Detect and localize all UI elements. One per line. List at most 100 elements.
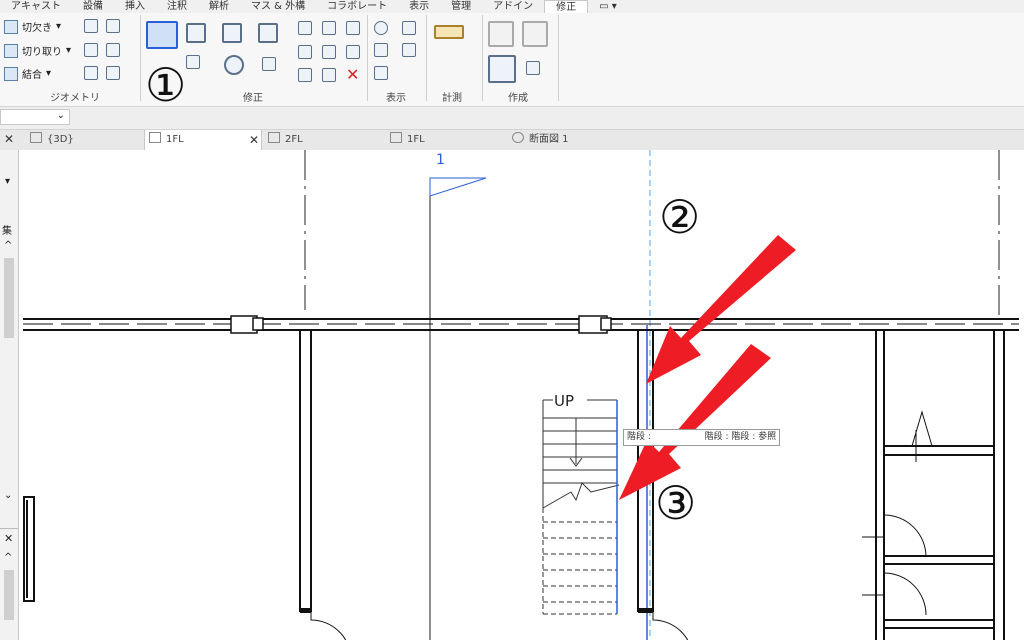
ribbon-tab-7[interactable]: 表示: [398, 0, 440, 13]
tab-label: {3D}: [47, 134, 74, 145]
callout-3: ③: [655, 476, 697, 530]
array-icon[interactable]: [298, 45, 312, 59]
element-tooltip: 階段 : 階段 : 階段 : 参照: [623, 429, 781, 446]
scrollbar-thumb[interactable]: [4, 258, 14, 338]
ribbon-tab-0[interactable]: アキャスト: [0, 0, 72, 13]
close-icon[interactable]: ✕: [4, 532, 13, 545]
create-group-icon[interactable]: [488, 55, 516, 83]
ribbon-tab-3[interactable]: 注釈: [156, 0, 198, 13]
ribbon-tab-2[interactable]: 挿入: [114, 0, 156, 13]
scroll-down-icon[interactable]: ⌄: [4, 490, 12, 501]
delete-icon[interactable]: ✕: [346, 65, 359, 84]
trim-multiple-icon[interactable]: [322, 68, 336, 82]
section-view-icon: [512, 132, 524, 143]
grid-lines: [304, 150, 1000, 320]
tab-3d[interactable]: {3D}: [26, 130, 144, 150]
pen-icon[interactable]: [374, 43, 388, 57]
cut-geometry-button[interactable]: 切欠き ▾: [4, 19, 61, 34]
panel-divider: [140, 15, 141, 101]
left-wall-window: [23, 496, 35, 602]
align-icon[interactable]: [146, 21, 178, 49]
join-icon: [4, 66, 18, 81]
tab-label: 断面図 1: [529, 134, 569, 145]
level-flag-icon: [429, 177, 487, 197]
lightbulb-icon[interactable]: [374, 21, 388, 35]
create-assembly-icon[interactable]: [488, 21, 514, 47]
create-panel-label: 作成: [508, 93, 528, 104]
override-graphics-icon[interactable]: [402, 21, 416, 35]
mirror-pick-axis-icon[interactable]: [222, 23, 242, 43]
ribbon-tab-8[interactable]: 管理: [440, 0, 482, 13]
mirror-draw-axis-icon[interactable]: [258, 23, 278, 43]
view-tab-bar: ✕ {3D} 1FL ✕ 2FL 1FL 断面図 1: [0, 130, 1024, 151]
split-face-icon[interactable]: [84, 43, 98, 57]
dimension-icon[interactable]: [434, 59, 462, 79]
floor-plan-icon: [149, 132, 161, 143]
tab-1fl[interactable]: 1FL ✕: [144, 130, 262, 150]
ribbon-tab-5[interactable]: マス & 外構: [240, 0, 316, 13]
close-icon[interactable]: ✕: [249, 130, 259, 150]
offset-icon[interactable]: [186, 23, 206, 43]
uncut-geometry-button[interactable]: 切り取り ▾: [4, 43, 71, 58]
door-swings: [310, 410, 933, 640]
scrollbar-thumb[interactable]: [4, 570, 14, 620]
create-parts-icon[interactable]: [522, 21, 548, 47]
cut-label: 切欠き: [22, 23, 52, 34]
uncut-label: 切り取り: [22, 47, 62, 58]
demolish-icon[interactable]: [106, 43, 120, 57]
hammer-icon[interactable]: [106, 66, 120, 80]
callout-1: ①: [145, 58, 187, 112]
uncut-icon: [4, 43, 18, 58]
close-icon[interactable]: ✕: [4, 132, 14, 146]
scale-icon[interactable]: [322, 45, 336, 59]
ribbon-tab-11[interactable]: ▭ ▾: [588, 0, 628, 13]
beam-join-icon[interactable]: [84, 66, 98, 80]
join-geometry-button[interactable]: 結合 ▾: [4, 66, 51, 81]
trim-extend-icon[interactable]: [262, 57, 276, 71]
ribbon-tab-1[interactable]: 設備: [72, 0, 114, 13]
ribbon-tab-4[interactable]: 解析: [198, 0, 240, 13]
unpin-icon[interactable]: [346, 45, 360, 59]
wall-joins-icon[interactable]: [84, 19, 98, 33]
floor-plan-drawing[interactable]: [19, 150, 1024, 640]
door-jamb: [300, 608, 311, 613]
measure-panel-label: 計測: [442, 93, 462, 104]
tab-label: 1FL: [166, 134, 184, 145]
create-similar-icon[interactable]: [526, 61, 540, 75]
panel-divider: [558, 15, 559, 101]
options-dropdown[interactable]: ⌄: [0, 109, 70, 125]
rotate-icon[interactable]: [224, 55, 244, 75]
eraser-icon[interactable]: [374, 66, 388, 80]
tab-2fl[interactable]: 2FL: [264, 130, 382, 150]
pin-icon[interactable]: [346, 21, 360, 35]
trim-single-icon[interactable]: [298, 68, 312, 82]
floor-plan-icon: [390, 132, 402, 143]
ribbon-tab-6[interactable]: コラボレート: [316, 0, 398, 13]
paint-icon[interactable]: [106, 19, 120, 33]
stair[interactable]: [542, 399, 620, 615]
stair-up-label: UP: [553, 392, 576, 410]
properties-sidebar: ▾ 集 ^ ⌄ ✕ ^: [0, 150, 19, 640]
tooltip-fragment: 階段 :: [627, 432, 651, 442]
split-gap-icon[interactable]: [322, 21, 336, 35]
line-weight-icon[interactable]: [402, 43, 416, 57]
tab-label: 1FL: [407, 134, 425, 145]
tab-section-1[interactable]: 断面図 1: [508, 130, 648, 150]
scroll-up-icon[interactable]: ^: [4, 552, 12, 563]
3d-view-icon: [30, 132, 42, 143]
geometry-panel-label: ジオメトリ: [50, 93, 100, 104]
chevron-down-icon[interactable]: ▾: [5, 176, 10, 187]
ribbon-tab-9[interactable]: アドイン: [482, 0, 544, 13]
split-element-icon[interactable]: [298, 21, 312, 35]
scroll-up-icon[interactable]: ^: [4, 240, 12, 251]
join-label: 結合: [22, 70, 42, 81]
measure-distance-icon[interactable]: [434, 25, 464, 39]
panel-divider: [482, 15, 483, 101]
annotation-arrows: [619, 235, 796, 500]
drawing-canvas[interactable]: 1 UP 階段 : 階段 : 階段 : 参照: [19, 150, 1024, 640]
ribbon-tab-10[interactable]: 修正: [544, 0, 589, 13]
copy-icon[interactable]: [186, 55, 200, 69]
tab-1fl-ceiling[interactable]: 1FL: [386, 130, 504, 150]
cut-icon: [4, 19, 18, 34]
level-number: 1: [436, 152, 445, 168]
